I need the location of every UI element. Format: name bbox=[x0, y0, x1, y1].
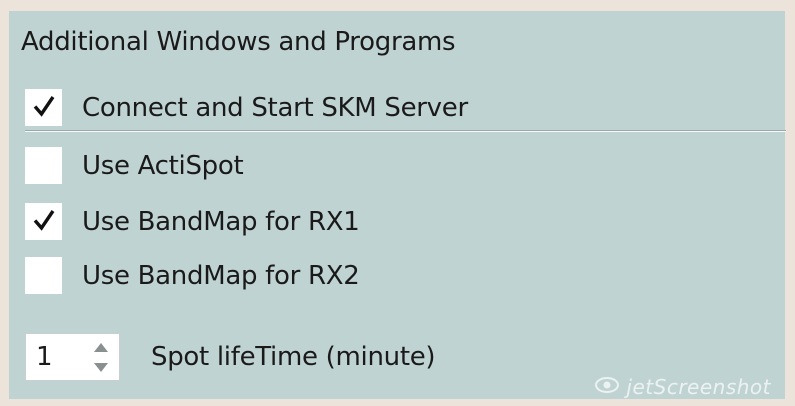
checkbox-use-bandmap-rx1[interactable] bbox=[25, 203, 62, 240]
watermark: jetScreenshot bbox=[594, 375, 771, 399]
panel-title: Additional Windows and Programs bbox=[21, 27, 456, 57]
option-label: Use BandMap for RX2 bbox=[82, 260, 360, 291]
option-label: Use BandMap for RX1 bbox=[82, 206, 360, 237]
check-icon bbox=[32, 94, 56, 122]
option-use-actispot[interactable]: Use ActiSpot bbox=[25, 147, 244, 184]
triangle-up-icon bbox=[92, 338, 110, 357]
option-connect-skm-server[interactable]: Connect and Start SKM Server bbox=[25, 89, 468, 126]
spot-lifetime-label: Spot lifeTime (minute) bbox=[151, 342, 436, 372]
separator bbox=[25, 130, 786, 132]
spot-lifetime-spinbox[interactable]: 1 bbox=[25, 333, 120, 381]
camera-icon bbox=[594, 375, 620, 399]
spin-down-button[interactable] bbox=[88, 358, 114, 378]
check-icon bbox=[32, 208, 56, 236]
option-use-bandmap-rx2[interactable]: Use BandMap for RX2 bbox=[25, 257, 360, 294]
watermark-text: jetScreenshot bbox=[626, 375, 771, 399]
option-label: Connect and Start SKM Server bbox=[82, 92, 468, 123]
additional-windows-panel: Additional Windows and Programs Connect … bbox=[9, 11, 786, 399]
spin-up-button[interactable] bbox=[88, 337, 114, 357]
checkbox-use-bandmap-rx2[interactable] bbox=[25, 257, 62, 294]
option-use-bandmap-rx1[interactable]: Use BandMap for RX1 bbox=[25, 203, 360, 240]
triangle-down-icon bbox=[92, 359, 110, 378]
option-label: Use ActiSpot bbox=[82, 150, 244, 181]
checkbox-connect-skm-server[interactable] bbox=[25, 89, 62, 126]
checkbox-use-actispot[interactable] bbox=[25, 147, 62, 184]
spot-lifetime-value[interactable]: 1 bbox=[36, 342, 53, 372]
